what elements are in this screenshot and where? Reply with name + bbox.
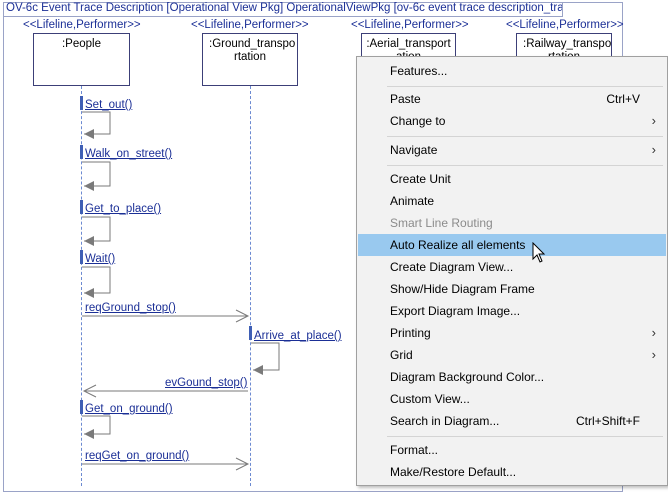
menu-item-label: Paste bbox=[390, 92, 421, 106]
menu-item-make-restore-default[interactable]: Make/Restore Default... bbox=[358, 461, 666, 483]
menu-separator bbox=[387, 165, 663, 166]
self-message-arrow bbox=[82, 216, 111, 242]
menu-item-label: Export Diagram Image... bbox=[390, 304, 521, 318]
chevron-right-icon: › bbox=[651, 347, 656, 362]
message-label[interactable]: Walk_on_street() bbox=[85, 148, 172, 160]
menu-item-label: Printing bbox=[390, 326, 431, 340]
message-label[interactable]: evGound_stop() bbox=[165, 377, 247, 389]
menu-separator bbox=[387, 136, 663, 137]
context-menu: Features... Paste Ctrl+V Change to › Nav… bbox=[356, 56, 668, 486]
message-label[interactable]: reqGet_on_ground() bbox=[85, 450, 189, 462]
menu-item-animate[interactable]: Animate bbox=[358, 190, 666, 212]
self-message-arrow bbox=[82, 415, 111, 435]
message-label[interactable]: Get_on_ground() bbox=[85, 403, 173, 415]
menu-item-label: Show/Hide Diagram Frame bbox=[390, 282, 535, 296]
menu-item-navigate[interactable]: Navigate › bbox=[358, 139, 666, 161]
menu-item-label: Diagram Background Color... bbox=[390, 370, 545, 384]
menu-item-label: Custom View... bbox=[390, 392, 470, 406]
menu-item-features[interactable]: Features... bbox=[358, 60, 666, 82]
menu-item-smart-line-routing[interactable]: Smart Line Routing bbox=[358, 212, 666, 234]
chevron-right-icon: › bbox=[651, 325, 656, 340]
menu-item-label: Smart Line Routing bbox=[390, 216, 493, 230]
arrowhead bbox=[253, 365, 263, 375]
message-label[interactable]: reqGround_stop() bbox=[85, 302, 176, 314]
menu-item-label: Create Diagram View... bbox=[390, 260, 514, 274]
menu-item-create-unit[interactable]: Create Unit bbox=[358, 168, 666, 190]
menu-item-grid[interactable]: Grid › bbox=[358, 344, 666, 366]
menu-item-change-to[interactable]: Change to › bbox=[358, 110, 666, 132]
menu-separator bbox=[387, 86, 663, 87]
menu-item-label: Navigate bbox=[390, 143, 438, 157]
menu-item-show-hide-frame[interactable]: Show/Hide Diagram Frame bbox=[358, 278, 666, 300]
self-message-arrow bbox=[82, 111, 111, 135]
menu-item-create-diagram-view[interactable]: Create Diagram View... bbox=[358, 256, 666, 278]
menu-item-label: Search in Diagram... bbox=[390, 414, 500, 428]
arrowhead bbox=[84, 236, 94, 246]
menu-separator bbox=[387, 436, 663, 437]
menu-item-search-in-diagram[interactable]: Search in Diagram... Ctrl+Shift+F bbox=[358, 410, 666, 432]
self-message-arrow bbox=[82, 266, 111, 294]
menu-item-custom-view[interactable]: Custom View... bbox=[358, 388, 666, 410]
menu-item-label: Auto Realize all elements bbox=[390, 238, 526, 252]
menu-item-label: Features... bbox=[390, 64, 448, 78]
arrowhead bbox=[84, 181, 94, 191]
menu-item-auto-realize[interactable]: Auto Realize all elements bbox=[358, 234, 666, 256]
menu-item-background-color[interactable]: Diagram Background Color... bbox=[358, 366, 666, 388]
menu-item-shortcut: Ctrl+Shift+F bbox=[575, 414, 640, 428]
message-label[interactable]: Get_to_place() bbox=[85, 203, 161, 215]
arrowhead bbox=[84, 129, 94, 139]
self-message-arrow bbox=[251, 342, 280, 371]
menu-item-paste[interactable]: Paste Ctrl+V bbox=[358, 88, 666, 110]
menu-item-label: Animate bbox=[390, 194, 435, 208]
menu-item-label: Create Unit bbox=[390, 172, 451, 186]
menu-item-label: Grid bbox=[390, 348, 413, 362]
menu-item-label: Format... bbox=[390, 443, 439, 457]
arrowhead bbox=[84, 429, 94, 439]
menu-item-label: Change to bbox=[390, 114, 446, 128]
chevron-right-icon: › bbox=[651, 113, 656, 128]
self-message-arrow bbox=[82, 161, 111, 187]
menu-item-export-image[interactable]: Export Diagram Image... bbox=[358, 300, 666, 322]
arrowhead bbox=[84, 288, 94, 298]
menu-item-shortcut: Ctrl+V bbox=[606, 92, 640, 106]
menu-item-label: Make/Restore Default... bbox=[390, 465, 517, 479]
chevron-right-icon: › bbox=[651, 142, 656, 157]
mouse-pointer-icon bbox=[532, 242, 546, 263]
message-label[interactable]: Wait() bbox=[85, 253, 115, 265]
menu-item-format[interactable]: Format... bbox=[358, 439, 666, 461]
menu-item-printing[interactable]: Printing › bbox=[358, 322, 666, 344]
message-label[interactable]: Arrive_at_place() bbox=[254, 330, 342, 342]
message-label[interactable]: Set_out() bbox=[85, 99, 132, 111]
